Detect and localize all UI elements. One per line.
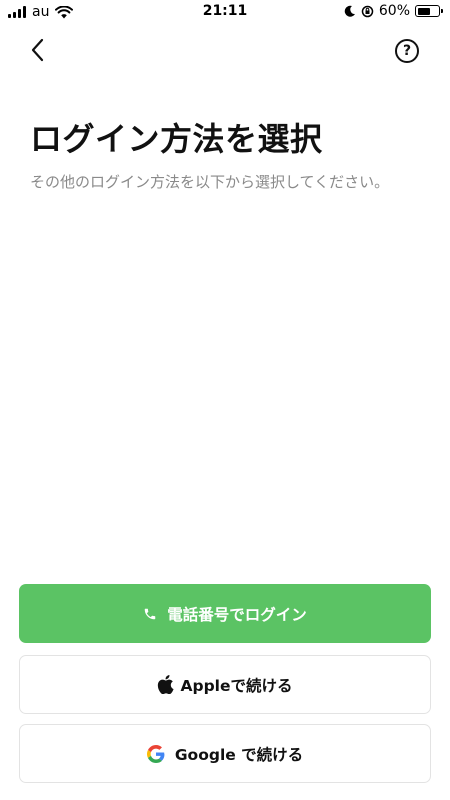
orientation-lock-icon: [361, 5, 374, 17]
phone-icon: [143, 607, 157, 621]
google-icon: [146, 744, 165, 763]
apple-icon: [157, 675, 175, 694]
battery-percentage: 60%: [378, 3, 410, 19]
status-bar: au 21:11 60%: [0, 0, 450, 24]
help-button[interactable]: ?: [395, 39, 419, 63]
login-method-screen: au 21:11 60% ? ログイン方法を選択 その他のログイン方法を以下から…: [0, 0, 450, 800]
back-button[interactable]: [24, 36, 54, 66]
battery-icon: [415, 5, 443, 17]
chevron-left-icon: [31, 38, 44, 62]
phone-login-label: 電話番号でログイン: [167, 605, 307, 624]
google-login-label: Google で続ける: [174, 745, 304, 764]
question-mark-icon: ?: [402, 43, 412, 59]
moon-icon: [344, 5, 355, 17]
phone-login-button[interactable]: 電話番号でログイン: [19, 584, 431, 643]
page-title: ログイン方法を選択: [30, 120, 323, 158]
apple-login-label: Appleで続ける: [180, 676, 293, 695]
google-login-button[interactable]: Google で続ける: [19, 724, 431, 783]
status-right: 60%: [344, 3, 443, 19]
battery-fill: [417, 7, 430, 15]
page-description: その他のログイン方法を以下から選択してください。: [30, 173, 390, 191]
apple-login-button[interactable]: Appleで続ける: [19, 655, 431, 714]
